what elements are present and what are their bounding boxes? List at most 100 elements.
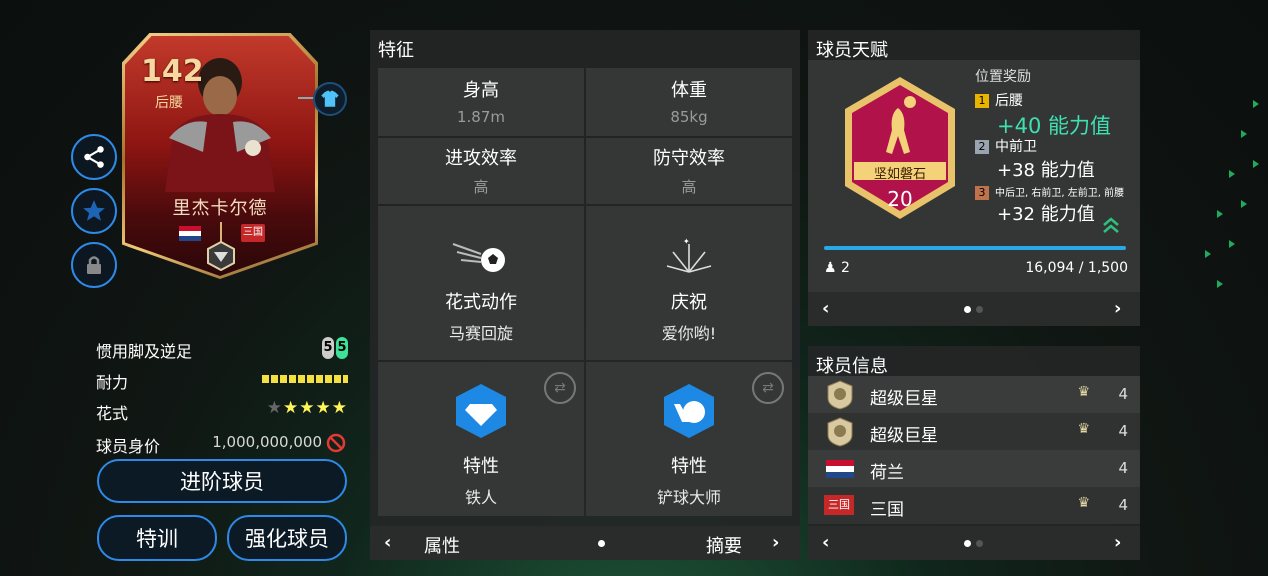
page-indicator: [976, 540, 983, 547]
netherlands-flag-icon: [826, 460, 854, 478]
skill-ball-icon: [452, 243, 505, 272]
share-button[interactable]: [71, 134, 117, 180]
stat-row-value: 球员身价 1,000,000,000: [96, 429, 348, 457]
enhance-player-button[interactable]: 强化球员: [227, 515, 347, 561]
defense-rate-label: 防守效率: [653, 148, 725, 169]
card-player-name: 里杰卡尔德: [172, 198, 268, 219]
talent-panel: 球员天赋 坚如磐石 20 位置奖励 1 后腰 +40 能力值 2 中前卫 +38 能…: [808, 30, 1140, 326]
prev-page-icon[interactable]: ‹: [384, 532, 391, 553]
info-row-superstar-1[interactable]: 超级巨星 ♛ 4: [808, 376, 1140, 413]
trait-label: 特性: [463, 456, 499, 477]
background-decoration: [1175, 90, 1265, 340]
club-badge-icon: 三国: [824, 495, 854, 515]
info-level: 4: [1118, 385, 1128, 403]
stat-label: 惯用脚及逆足: [96, 342, 193, 361]
info-level: 4: [1118, 459, 1128, 477]
player-info-title: 球员信息: [816, 356, 888, 377]
training-button[interactable]: 特训: [97, 515, 217, 561]
swap-trait-icon[interactable]: ⇄: [544, 372, 576, 404]
talent-nav: ‹ ›: [808, 292, 1140, 326]
features-title: 特征: [378, 40, 414, 61]
talent-progress-text: 16,094 / 1,500: [1025, 260, 1128, 276]
page-indicator: [964, 540, 971, 547]
prev-info-icon[interactable]: ‹: [822, 532, 829, 553]
player-card[interactable]: 142 后腰 里杰卡尔德 三国: [122, 33, 318, 279]
info-row-superstar-2[interactable]: 超级巨星 ♛ 4: [808, 413, 1140, 450]
page-indicator: [964, 306, 971, 313]
info-name: 超级巨星: [870, 389, 938, 409]
reward-position: 后腰: [995, 93, 1023, 109]
favorite-button[interactable]: [71, 188, 117, 234]
club-badge-icon: 三国: [241, 224, 265, 242]
info-name: 超级巨星: [870, 426, 938, 446]
no-trade-icon: [326, 433, 346, 453]
stat-row-stamina: 耐力: [96, 365, 348, 393]
attack-rate-value: 高: [473, 178, 489, 196]
lock-button[interactable]: [71, 242, 117, 288]
card-rating: 142: [141, 54, 204, 89]
trait-iron-man-cell[interactable]: ⇄ 特性 铁人: [378, 362, 584, 516]
nav-prev-label[interactable]: 属性: [424, 532, 460, 558]
trait-tackle-master-cell[interactable]: ⇄ 特性 铲球大师: [586, 362, 792, 516]
advance-player-button[interactable]: 进阶球员: [97, 459, 347, 503]
foot-rating: 5 5: [322, 337, 348, 359]
svg-text:✦: ✦: [683, 237, 690, 246]
card-background: 142 后腰 里杰卡尔德 三国: [125, 36, 315, 276]
talent-progress-bar: [824, 246, 1126, 250]
reward-row-1: 1 后腰 +40 能力值: [975, 90, 1140, 140]
reward-row-2: 2 中前卫 +38 能力值: [975, 136, 1140, 182]
stat-label: 花式: [96, 404, 129, 423]
info-name: 荷兰: [870, 463, 904, 483]
reward-position: 中前卫: [995, 139, 1037, 155]
next-talent-icon[interactable]: ›: [1114, 298, 1121, 319]
skill-move-value: 马赛回旋: [448, 324, 513, 343]
tackle-trait-icon: [664, 384, 714, 438]
upgrade-gem-icon: [207, 241, 235, 271]
stat-label: 耐力: [96, 373, 129, 392]
features-panel: 特征 身高 1.87m 体重 85kg 进攻效率 高 防守效率 高 花式动作 马…: [370, 30, 800, 560]
filled-stars: ★★★★: [283, 398, 348, 418]
skill-stars: ★★★★★: [267, 398, 348, 418]
weight-label: 体重: [671, 80, 707, 101]
info-level: 4: [1118, 496, 1128, 514]
share-icon: [84, 146, 104, 168]
stamina-bar: [262, 375, 348, 383]
next-page-icon[interactable]: ›: [772, 532, 779, 553]
prev-talent-icon[interactable]: ‹: [822, 298, 829, 319]
info-row-netherlands[interactable]: 荷兰 4: [808, 450, 1140, 487]
page-indicator: [598, 540, 605, 547]
trait-value: 铲球大师: [656, 488, 721, 507]
talent-title: 球员天赋: [816, 40, 888, 61]
celebration-cell[interactable]: ✦ 庆祝 爱你哟!: [586, 206, 792, 360]
skill-move-cell[interactable]: 花式动作 马赛回旋: [378, 206, 584, 360]
rank-badge: 2: [975, 140, 989, 154]
skill-move-label: 花式动作: [445, 292, 517, 313]
right-foot-value: 5: [336, 337, 348, 359]
attack-rate-cell: 进攻效率 高: [378, 138, 584, 204]
level-up-icon: [1103, 217, 1119, 233]
stat-row-foot: 惯用脚及逆足 5 5: [96, 334, 348, 362]
height-value: 1.87m: [456, 108, 505, 126]
stat-label: 球员身价: [96, 437, 161, 456]
nav-next-label[interactable]: 摘要: [706, 532, 742, 558]
trait-value: 铁人: [464, 488, 497, 507]
info-name: 三国: [870, 500, 904, 520]
crown-icon: ♛: [1077, 384, 1090, 400]
superstar-badge-icon: [827, 380, 853, 410]
info-level: 4: [1118, 422, 1128, 440]
trait-label: 特性: [671, 456, 707, 477]
defense-rate-cell: 防守效率 高: [586, 138, 792, 204]
info-row-club[interactable]: 三国 三国 ♛ 4: [808, 487, 1140, 524]
height-cell: 身高 1.87m: [378, 68, 584, 136]
page-indicator: [976, 306, 983, 313]
kit-shirt-icon[interactable]: [313, 82, 347, 116]
next-info-icon[interactable]: ›: [1114, 532, 1121, 553]
netherlands-flag-icon: [179, 226, 201, 241]
features-nav: ‹ 属性 摘要 ›: [370, 526, 800, 560]
swap-trait-icon[interactable]: ⇄: [752, 372, 784, 404]
rank-badge: 1: [975, 94, 989, 108]
weight-cell: 体重 85kg: [586, 68, 792, 136]
position-reward-title: 位置奖励: [975, 69, 1031, 85]
fireworks-icon: ✦: [666, 237, 712, 273]
player-info-panel: 球员信息 超级巨星 ♛ 4 超级巨星 ♛ 4 荷兰 4 三国 三国 ♛ 4 ‹ …: [808, 346, 1140, 560]
